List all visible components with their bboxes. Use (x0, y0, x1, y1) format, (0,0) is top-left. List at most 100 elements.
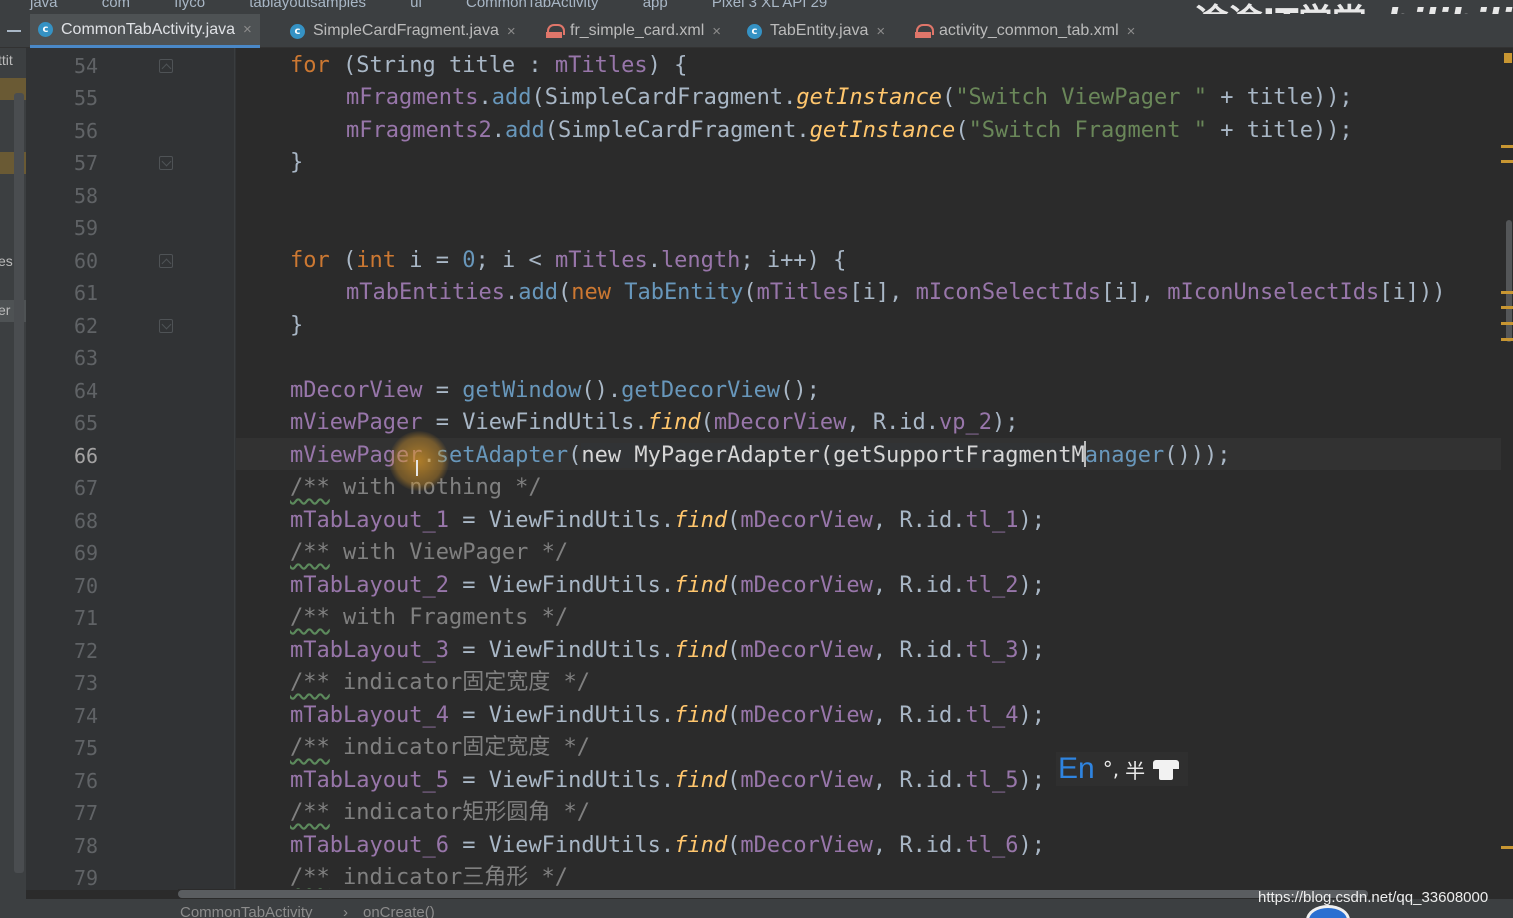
fold-toggle-icon[interactable] (159, 254, 173, 268)
ibeam-cursor-icon (416, 460, 418, 476)
tab-activity-common-tab-xml[interactable]: activity_common_tab.xml × (907, 14, 1143, 48)
device-selector[interactable]: Pixel 3 XL API 29 (712, 0, 827, 11)
warning-marker[interactable] (1501, 306, 1513, 309)
tab-fr-simple-card-xml[interactable]: fr_simple_card.xml × (538, 14, 729, 48)
warning-marker[interactable] (1501, 145, 1513, 148)
crumb-ui[interactable]: ui (410, 0, 422, 11)
line-number: 79 (74, 866, 99, 890)
project-tree-fragment[interactable]: ttit (0, 52, 13, 68)
xml-layout-icon (915, 24, 934, 38)
code-line-74: mTabLayout_4 = ViewFindUtils.find(mDecor… (290, 703, 1046, 728)
tab-tabentity-java[interactable]: c TabEntity.java × (739, 14, 893, 48)
line-number: 73 (74, 671, 99, 695)
code-line-73: /** indicator固定宽度 */ (290, 670, 590, 695)
code-line-75: /** indicator固定宽度 */ (290, 735, 590, 760)
code-line-56: mFragments2.add(SimpleCardFragment.getIn… (346, 118, 1353, 143)
line-number: 64 (74, 379, 99, 403)
warning-marker[interactable] (1501, 322, 1513, 325)
crumb-class[interactable]: CommonTabActivity (466, 0, 599, 11)
error-stripe[interactable] (1501, 48, 1513, 890)
crumb-package[interactable]: tablayoutsamples (249, 0, 366, 11)
line-number: 65 (74, 411, 99, 435)
line-number: 55 (74, 86, 99, 110)
code-line-70: mTabLayout_2 = ViewFindUtils.find(mDecor… (290, 573, 1046, 598)
horizontal-scrollbar-thumb[interactable] (178, 890, 1368, 898)
mouse-click-highlight (389, 431, 449, 491)
tab-label: CommonTabActivity.java (61, 20, 235, 38)
line-number: 76 (74, 769, 99, 793)
ime-language-toggle[interactable]: En (1058, 752, 1095, 786)
line-number: 56 (74, 119, 99, 143)
close-icon[interactable]: × (712, 23, 721, 40)
warning-marker[interactable] (1501, 160, 1513, 163)
tab-list-menu-icon[interactable] (0, 14, 28, 48)
line-number: 68 (74, 509, 99, 533)
code-line-60: for (int i = 0; i < mTitles.length; i++)… (290, 248, 847, 273)
line-number: 59 (74, 216, 99, 240)
fold-toggle-icon[interactable] (159, 59, 173, 73)
close-icon[interactable]: × (507, 23, 516, 40)
line-number: 69 (74, 541, 99, 565)
java-class-icon: c (290, 23, 305, 39)
line-number: 57 (74, 151, 99, 175)
line-number: 54 (74, 54, 99, 78)
line-number: 60 (74, 249, 99, 273)
xml-layout-icon (546, 24, 565, 38)
ime-punctuation-toggle[interactable]: °, (1103, 757, 1119, 781)
warning-indicator-icon[interactable] (1504, 53, 1512, 63)
line-number: 74 (74, 704, 99, 728)
project-tree-fragment[interactable]: es (0, 253, 13, 269)
code-line-68: mTabLayout_1 = ViewFindUtils.find(mDecor… (290, 508, 1046, 533)
close-icon[interactable]: × (243, 21, 252, 38)
fold-toggle-icon[interactable] (159, 319, 173, 333)
ime-width-toggle[interactable]: 半 (1125, 755, 1145, 784)
tab-label: TabEntity.java (770, 22, 869, 39)
tab-label: SimpleCardFragment.java (313, 22, 499, 39)
code-line-79: /** indicator三角形 */ (290, 865, 568, 890)
warning-marker[interactable] (1501, 291, 1513, 294)
project-panel-edge: ttit es er (0, 48, 26, 918)
line-number-current: 66 (74, 444, 99, 468)
code-line-61: mTabEntities.add(new TabEntity(mTitles[i… (346, 280, 1446, 305)
crumb-flyco[interactable]: flyco (174, 0, 205, 11)
line-number: 77 (74, 801, 99, 825)
java-class-icon: c (747, 23, 762, 39)
line-number: 70 (74, 574, 99, 598)
ime-status-bar[interactable]: En °, 半 (1056, 752, 1188, 786)
line-number: 75 (74, 736, 99, 760)
close-icon[interactable]: × (876, 23, 885, 40)
tab-commontabactivity-java[interactable]: c CommonTabActivity.java × (30, 14, 260, 48)
warning-marker[interactable] (1501, 338, 1513, 341)
line-number: 61 (74, 281, 99, 305)
code-line-77: /** indicator矩形圆角 */ (290, 800, 590, 825)
crumb-java[interactable]: java (30, 0, 58, 11)
code-line-69: /** with ViewPager */ (290, 540, 569, 565)
code-line-64: mDecorView = getWindow().getDecorView(); (290, 378, 820, 403)
code-line-55: mFragments.add(SimpleCardFragment.getIns… (346, 85, 1353, 110)
line-number: 72 (74, 639, 99, 663)
line-number: 71 (74, 606, 99, 630)
shirt-icon[interactable] (1153, 758, 1180, 780)
fold-toggle-icon[interactable] (159, 156, 173, 170)
code-line-76: mTabLayout_5 = ViewFindUtils.find(mDecor… (290, 768, 1046, 793)
code-line-65: mViewPager = ViewFindUtils.find(mDecorVi… (290, 410, 1019, 435)
code-line-72: mTabLayout_3 = ViewFindUtils.find(mDecor… (290, 638, 1046, 663)
crumb-com[interactable]: com (102, 0, 130, 11)
project-tree-fragment[interactable]: er (0, 302, 10, 318)
tab-simplecardfragment-java[interactable]: c SimpleCardFragment.java × (282, 14, 524, 48)
breadcrumb-separator: › (343, 904, 348, 918)
project-scrollbar[interactable] (14, 93, 24, 873)
tab-label: activity_common_tab.xml (939, 22, 1119, 39)
code-line-78: mTabLayout_6 = ViewFindUtils.find(mDecor… (290, 833, 1046, 858)
warning-marker[interactable] (1501, 846, 1513, 849)
code-line-71: /** with Fragments */ (290, 605, 569, 630)
tab-label: fr_simple_card.xml (570, 22, 705, 39)
java-class-icon: c (38, 22, 53, 37)
line-number: 62 (74, 314, 99, 338)
editor-tab-bar: c CommonTabActivity.java × c SimpleCardF… (0, 14, 1513, 48)
close-icon[interactable]: × (1127, 23, 1136, 40)
line-number: 78 (74, 834, 99, 858)
breadcrumb-class[interactable]: CommonTabActivity (180, 904, 313, 918)
run-config-app[interactable]: app (643, 0, 668, 11)
breadcrumb-method[interactable]: onCreate() (363, 904, 435, 918)
